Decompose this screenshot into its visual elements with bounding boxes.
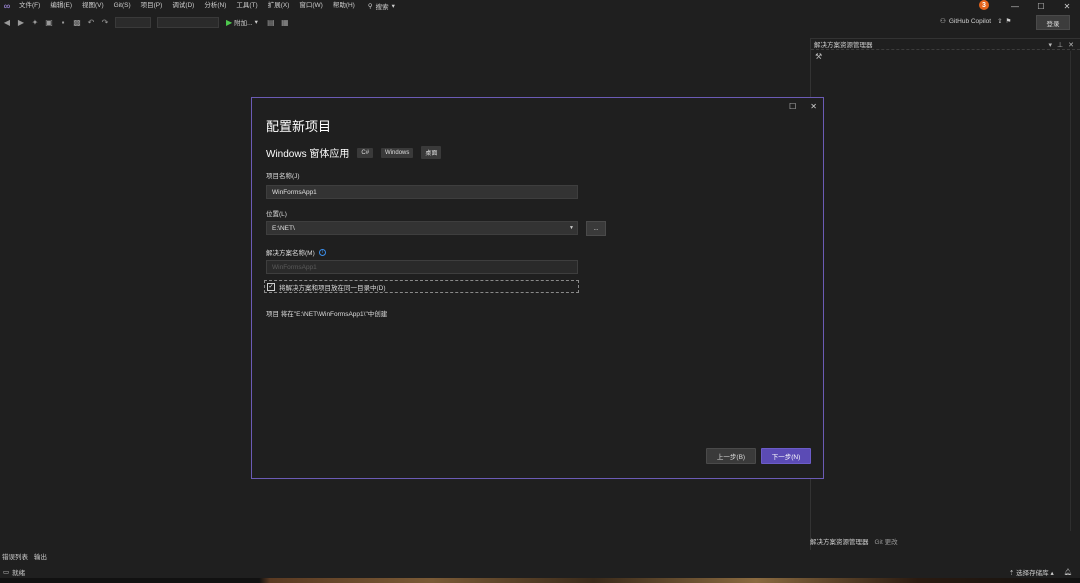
desktop-wallpaper-strip (0, 578, 1080, 583)
same-directory-checkbox-row[interactable]: ✓ 将解决方案和项目放在同一目录中(D) (264, 280, 579, 293)
menu-help[interactable]: 帮助(H) (328, 0, 360, 12)
window-controls: — ☐ ✕ (1002, 0, 1080, 12)
solution-panel-tabs: 解决方案资源管理器 Git 更改 (810, 536, 898, 546)
status-left: ▭ 就绪 (0, 567, 25, 577)
menu-bar: ∞ 文件(F) 编辑(E) 视图(V) Git(S) 项目(P) 调试(D) 分… (0, 0, 1080, 12)
visual-studio-logo-icon: ∞ (3, 1, 11, 11)
platform-dropdown[interactable] (157, 16, 219, 28)
source-control-label: 选择存储库 (1016, 569, 1049, 577)
notification-badge[interactable]: 3 (979, 0, 989, 10)
browse-button[interactable]: ... (586, 221, 606, 236)
share-icon: ⇪ (997, 18, 1003, 25)
minimize-button[interactable]: — (1002, 0, 1028, 12)
forward-icon[interactable]: ▶ (16, 17, 26, 27)
tab-error-list[interactable]: 错误列表 (2, 551, 28, 561)
status-bar: ▭ 就绪 ⇡ 选择存储库 ▴ 🔔︎ (0, 565, 1080, 578)
project-name-input[interactable]: WinFormsApp1 (266, 185, 578, 199)
copilot-button[interactable]: ⚇ GitHub Copilot ⇪ ⚑ (940, 17, 1012, 26)
source-control-button[interactable]: ⇡ 选择存储库 ▴ (1009, 567, 1054, 577)
info-icon[interactable]: i (318, 248, 326, 256)
tab-git-changes[interactable]: Git 更改 (875, 536, 898, 546)
menu-debug[interactable]: 调试(D) (167, 0, 199, 12)
ready-status-icon: ▭ (3, 568, 10, 576)
status-right: ⇡ 选择存储库 ▴ 🔔︎ (1009, 565, 1072, 578)
location-label: 位置(L) (266, 211, 287, 218)
menu-git[interactable]: Git(S) (109, 0, 136, 12)
menu-file[interactable]: 文件(F) (14, 0, 45, 12)
configuration-dropdown[interactable] (115, 16, 151, 28)
chevron-down-icon: ▾ (254, 19, 258, 26)
bottom-tool-tabs: 错误列表 输出 (2, 551, 47, 561)
close-dialog-button[interactable]: ✕ (810, 102, 817, 111)
solution-name-label-row: 解决方案名称(M) i (266, 247, 326, 257)
open-folder-icon[interactable]: ▣ (44, 17, 54, 27)
pin-icon[interactable]: ⊥ (1057, 41, 1063, 49)
location-combobox[interactable]: E:\NET\ ▼ (266, 221, 578, 235)
location-value: E:\NET\ (272, 224, 295, 232)
project-name-label: 项目名称(J) (266, 173, 300, 180)
chevron-down-icon[interactable]: ▼ (569, 225, 574, 231)
feedback-icon: ⚑ (1005, 18, 1012, 25)
run-button[interactable]: ▶ 附加... ▾ (226, 17, 258, 28)
menu-view[interactable]: 视图(V) (77, 0, 109, 12)
ready-status: 就绪 (12, 569, 26, 577)
close-panel-icon[interactable]: ✕ (1068, 41, 1074, 49)
menu-window[interactable]: 窗口(W) (294, 0, 327, 12)
solution-explorer-title: 解决方案资源管理器 (814, 42, 873, 49)
chevron-up-icon: ▴ (1050, 569, 1054, 577)
search-icon: ⚲ (367, 3, 373, 10)
new-project-icon[interactable]: ✦ (30, 17, 40, 27)
tab-output[interactable]: 输出 (34, 551, 47, 561)
back-button[interactable]: 上一步(B) (706, 448, 756, 464)
search-label: 搜索 (375, 4, 389, 11)
tag-platform: Windows (381, 147, 414, 158)
solution-name-label: 解决方案名称(M) (266, 250, 315, 257)
close-window-button[interactable]: ✕ (1054, 0, 1080, 12)
dialog-title: 配置新项目 (266, 119, 332, 134)
upload-icon: ⇡ (1008, 569, 1015, 577)
toolbar: ◀ ▶ ✦ ▣ ▪ ▩ ↶ ↷ ▶ 附加... ▾ ▤ ▦ (0, 13, 1080, 31)
project-path-note: 项目 将在"E:\NET\WinFormsApp1\"中创建 (266, 311, 388, 318)
chevron-down-icon: ▾ (391, 3, 395, 10)
next-button[interactable]: 下一步(N) (761, 448, 811, 464)
copilot-label: GitHub Copilot (948, 17, 992, 25)
dropdown-icon[interactable]: ▾ (1049, 41, 1053, 49)
template-name: Windows 窗体应用 (266, 149, 350, 160)
panel-header-icons: ▾ ⊥ ✕ (1049, 39, 1075, 50)
solution-explorer-panel: 解决方案资源管理器 ▾ ⊥ ✕ ⚒ (810, 38, 1080, 550)
tag-type: 桌面 (421, 146, 442, 159)
tab-solution-explorer[interactable]: 解决方案资源管理器 (810, 536, 869, 546)
redo-icon[interactable]: ↷ (100, 17, 110, 27)
play-icon: ▶ (226, 17, 233, 27)
maximize-button[interactable]: ☐ (1028, 0, 1054, 12)
menu-edit[interactable]: 编辑(E) (45, 0, 77, 12)
configure-project-dialog: ☐ ✕ 配置新项目 Windows 窗体应用 C# Windows 桌面 项目名… (251, 97, 824, 479)
menu-tools[interactable]: 工具(T) (231, 0, 262, 12)
run-label: 附加... (234, 20, 253, 27)
dialog-controls: ☐ ✕ (789, 102, 817, 111)
undo-icon[interactable]: ↶ (86, 17, 96, 27)
bell-icon[interactable]: 🔔︎ (1064, 568, 1072, 576)
maximize-dialog-button[interactable]: ☐ (789, 102, 796, 111)
properties-wrench-icon[interactable]: ⚒ (811, 50, 1080, 62)
same-directory-label: 将解决方案和项目放在同一目录中(D) (279, 284, 386, 292)
menu-extensions[interactable]: 扩展(X) (263, 0, 295, 12)
menu-project[interactable]: 项目(P) (136, 0, 168, 12)
template-header: Windows 窗体应用 C# Windows 桌面 (266, 145, 442, 160)
copilot-icon: ⚇ (940, 18, 946, 25)
back-icon[interactable]: ◀ (2, 17, 12, 27)
signin-button[interactable]: 登录 (1036, 15, 1070, 30)
search-button[interactable]: ⚲ 搜索 ▾ (368, 1, 395, 11)
save-all-icon[interactable]: ▩ (72, 17, 82, 27)
solution-explorer-header: 解决方案资源管理器 (811, 39, 1080, 50)
layout-icon[interactable]: ▦ (280, 17, 290, 27)
same-directory-checkbox[interactable]: ✓ (267, 282, 275, 291)
browser-link-icon[interactable]: ▤ (266, 17, 276, 27)
solution-name-input: WinFormsApp1 (266, 260, 578, 274)
tag-language: C# (357, 147, 374, 158)
menu-analyze[interactable]: 分析(N) (199, 0, 231, 12)
panel-scrollbar[interactable] (1070, 51, 1080, 531)
save-icon[interactable]: ▪ (58, 17, 68, 27)
